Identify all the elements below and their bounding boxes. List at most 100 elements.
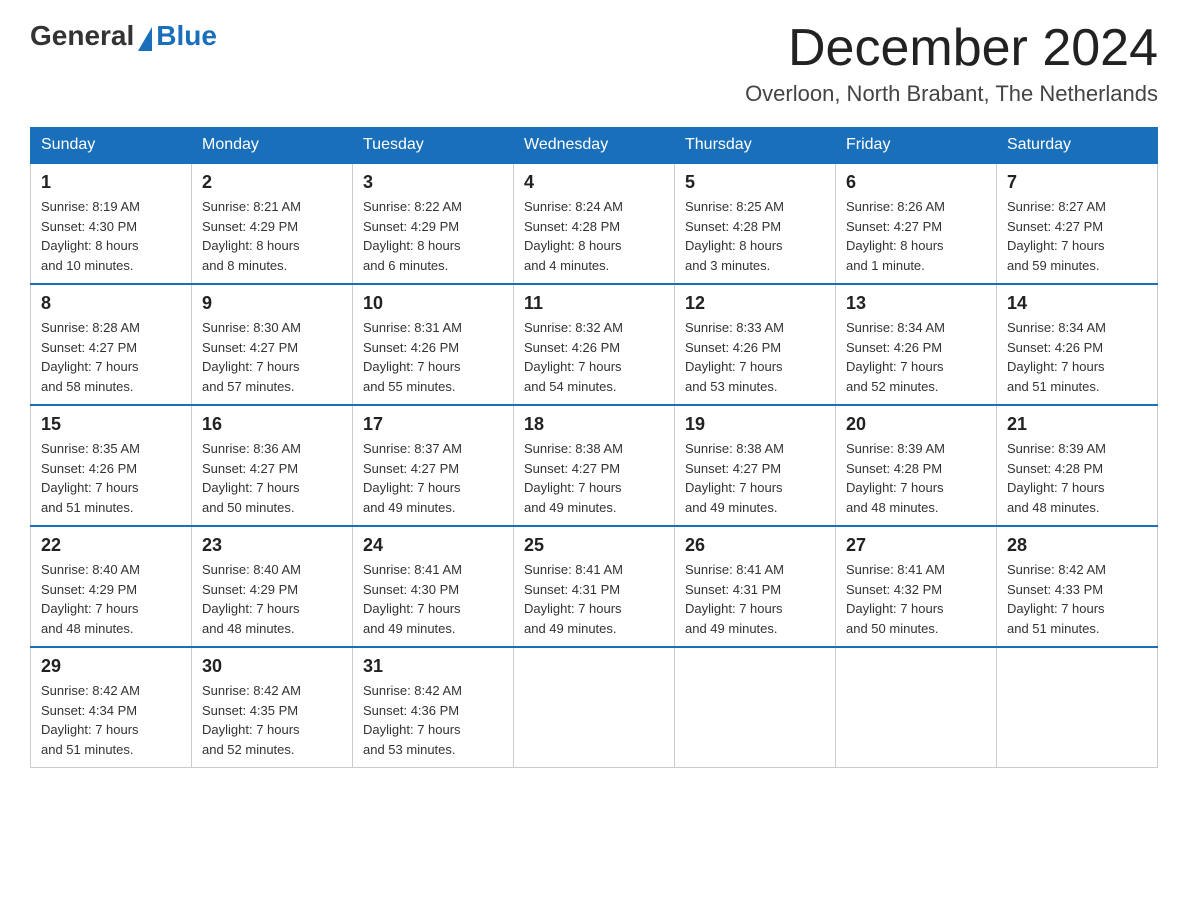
calendar-cell: 27 Sunrise: 8:41 AM Sunset: 4:32 PM Dayli… xyxy=(836,526,997,647)
day-info: Sunrise: 8:37 AM Sunset: 4:27 PM Dayligh… xyxy=(363,439,503,517)
calendar-cell: 17 Sunrise: 8:37 AM Sunset: 4:27 PM Dayli… xyxy=(353,405,514,526)
day-info: Sunrise: 8:22 AM Sunset: 4:29 PM Dayligh… xyxy=(363,197,503,275)
day-number: 15 xyxy=(41,414,181,435)
day-info: Sunrise: 8:41 AM Sunset: 4:31 PM Dayligh… xyxy=(524,560,664,638)
day-number: 3 xyxy=(363,172,503,193)
calendar-week-row: 8Sunrise: 8:28 AM Sunset: 4:27 PM Daylig… xyxy=(31,284,1158,405)
calendar-cell: 14 Sunrise: 8:34 AM Sunset: 4:26 PM Dayli… xyxy=(997,284,1158,405)
title-block: December 2024 Overloon, North Brabant, T… xyxy=(745,20,1158,107)
logo-triangle-icon xyxy=(138,27,152,51)
calendar-cell: 26Sunrise: 8:41 AM Sunset: 4:31 PM Dayli… xyxy=(675,526,836,647)
calendar-cell: 24 Sunrise: 8:41 AM Sunset: 4:30 PM Dayli… xyxy=(353,526,514,647)
day-number: 22 xyxy=(41,535,181,556)
calendar-week-row: 15 Sunrise: 8:35 AM Sunset: 4:26 PM Dayli… xyxy=(31,405,1158,526)
calendar-cell: 31 Sunrise: 8:42 AM Sunset: 4:36 PM Dayli… xyxy=(353,647,514,768)
day-info: Sunrise: 8:38 AM Sunset: 4:27 PM Dayligh… xyxy=(524,439,664,517)
day-number: 30 xyxy=(202,656,342,677)
calendar-cell: 12Sunrise: 8:33 AM Sunset: 4:26 PM Dayli… xyxy=(675,284,836,405)
day-info: Sunrise: 8:27 AM Sunset: 4:27 PM Dayligh… xyxy=(1007,197,1147,275)
day-info: Sunrise: 8:28 AM Sunset: 4:27 PM Dayligh… xyxy=(41,318,181,396)
day-number: 16 xyxy=(202,414,342,435)
day-info: Sunrise: 8:19 AM Sunset: 4:30 PM Dayligh… xyxy=(41,197,181,275)
day-info: Sunrise: 8:26 AM Sunset: 4:27 PM Dayligh… xyxy=(846,197,986,275)
day-info: Sunrise: 8:38 AM Sunset: 4:27 PM Dayligh… xyxy=(685,439,825,517)
day-number: 23 xyxy=(202,535,342,556)
location-subtitle: Overloon, North Brabant, The Netherlands xyxy=(745,81,1158,107)
day-number: 11 xyxy=(524,293,664,314)
day-number: 28 xyxy=(1007,535,1147,556)
day-info: Sunrise: 8:39 AM Sunset: 4:28 PM Dayligh… xyxy=(1007,439,1147,517)
calendar-header-row: SundayMondayTuesdayWednesdayThursdayFrid… xyxy=(31,128,1158,164)
day-number: 27 xyxy=(846,535,986,556)
day-number: 18 xyxy=(524,414,664,435)
header-tuesday: Tuesday xyxy=(353,128,514,164)
calendar-cell: 23 Sunrise: 8:40 AM Sunset: 4:29 PM Dayli… xyxy=(192,526,353,647)
calendar-cell: 11 Sunrise: 8:32 AM Sunset: 4:26 PM Dayli… xyxy=(514,284,675,405)
day-number: 24 xyxy=(363,535,503,556)
calendar-cell: 6 Sunrise: 8:26 AM Sunset: 4:27 PM Daylig… xyxy=(836,163,997,284)
day-number: 10 xyxy=(363,293,503,314)
calendar-cell: 25 Sunrise: 8:41 AM Sunset: 4:31 PM Dayli… xyxy=(514,526,675,647)
calendar-cell: 9Sunrise: 8:30 AM Sunset: 4:27 PM Daylig… xyxy=(192,284,353,405)
day-info: Sunrise: 8:40 AM Sunset: 4:29 PM Dayligh… xyxy=(41,560,181,638)
day-number: 4 xyxy=(524,172,664,193)
header-wednesday: Wednesday xyxy=(514,128,675,164)
logo: General Blue xyxy=(30,20,217,52)
day-info: Sunrise: 8:41 AM Sunset: 4:32 PM Dayligh… xyxy=(846,560,986,638)
calendar-week-row: 29Sunrise: 8:42 AM Sunset: 4:34 PM Dayli… xyxy=(31,647,1158,768)
day-info: Sunrise: 8:34 AM Sunset: 4:26 PM Dayligh… xyxy=(846,318,986,396)
day-info: Sunrise: 8:42 AM Sunset: 4:35 PM Dayligh… xyxy=(202,681,342,759)
day-info: Sunrise: 8:24 AM Sunset: 4:28 PM Dayligh… xyxy=(524,197,664,275)
calendar-cell: 28 Sunrise: 8:42 AM Sunset: 4:33 PM Dayli… xyxy=(997,526,1158,647)
day-number: 31 xyxy=(363,656,503,677)
day-number: 14 xyxy=(1007,293,1147,314)
day-number: 20 xyxy=(846,414,986,435)
calendar-cell xyxy=(514,647,675,768)
calendar-cell: 18 Sunrise: 8:38 AM Sunset: 4:27 PM Dayli… xyxy=(514,405,675,526)
header-saturday: Saturday xyxy=(997,128,1158,164)
day-info: Sunrise: 8:36 AM Sunset: 4:27 PM Dayligh… xyxy=(202,439,342,517)
calendar-cell: 8Sunrise: 8:28 AM Sunset: 4:27 PM Daylig… xyxy=(31,284,192,405)
day-number: 25 xyxy=(524,535,664,556)
calendar-cell: 4 Sunrise: 8:24 AM Sunset: 4:28 PM Daylig… xyxy=(514,163,675,284)
day-info: Sunrise: 8:34 AM Sunset: 4:26 PM Dayligh… xyxy=(1007,318,1147,396)
day-number: 1 xyxy=(41,172,181,193)
day-info: Sunrise: 8:31 AM Sunset: 4:26 PM Dayligh… xyxy=(363,318,503,396)
day-info: Sunrise: 8:41 AM Sunset: 4:30 PM Dayligh… xyxy=(363,560,503,638)
day-number: 6 xyxy=(846,172,986,193)
calendar-cell xyxy=(997,647,1158,768)
logo-blue-text: Blue xyxy=(156,20,217,52)
day-info: Sunrise: 8:21 AM Sunset: 4:29 PM Dayligh… xyxy=(202,197,342,275)
calendar-cell: 22 Sunrise: 8:40 AM Sunset: 4:29 PM Dayli… xyxy=(31,526,192,647)
day-number: 17 xyxy=(363,414,503,435)
header-monday: Monday xyxy=(192,128,353,164)
calendar-cell: 10 Sunrise: 8:31 AM Sunset: 4:26 PM Dayli… xyxy=(353,284,514,405)
header-thursday: Thursday xyxy=(675,128,836,164)
day-number: 21 xyxy=(1007,414,1147,435)
calendar-cell: 5 Sunrise: 8:25 AM Sunset: 4:28 PM Daylig… xyxy=(675,163,836,284)
day-number: 19 xyxy=(685,414,825,435)
day-info: Sunrise: 8:25 AM Sunset: 4:28 PM Dayligh… xyxy=(685,197,825,275)
month-title: December 2024 xyxy=(745,20,1158,77)
day-info: Sunrise: 8:33 AM Sunset: 4:26 PM Dayligh… xyxy=(685,318,825,396)
day-info: Sunrise: 8:35 AM Sunset: 4:26 PM Dayligh… xyxy=(41,439,181,517)
day-info: Sunrise: 8:42 AM Sunset: 4:33 PM Dayligh… xyxy=(1007,560,1147,638)
page-header: General Blue December 2024 Overloon, Nor… xyxy=(30,20,1158,107)
calendar-cell: 13Sunrise: 8:34 AM Sunset: 4:26 PM Dayli… xyxy=(836,284,997,405)
calendar-cell: 30 Sunrise: 8:42 AM Sunset: 4:35 PM Dayli… xyxy=(192,647,353,768)
day-info: Sunrise: 8:40 AM Sunset: 4:29 PM Dayligh… xyxy=(202,560,342,638)
day-info: Sunrise: 8:32 AM Sunset: 4:26 PM Dayligh… xyxy=(524,318,664,396)
calendar-cell: 16 Sunrise: 8:36 AM Sunset: 4:27 PM Dayli… xyxy=(192,405,353,526)
logo-general-text: General xyxy=(30,20,134,52)
day-number: 2 xyxy=(202,172,342,193)
day-number: 5 xyxy=(685,172,825,193)
day-number: 9 xyxy=(202,293,342,314)
calendar-cell xyxy=(836,647,997,768)
calendar-cell: 7 Sunrise: 8:27 AM Sunset: 4:27 PM Daylig… xyxy=(997,163,1158,284)
day-number: 29 xyxy=(41,656,181,677)
header-friday: Friday xyxy=(836,128,997,164)
calendar-cell: 2 Sunrise: 8:21 AM Sunset: 4:29 PM Daylig… xyxy=(192,163,353,284)
calendar-table: SundayMondayTuesdayWednesdayThursdayFrid… xyxy=(30,127,1158,768)
day-number: 7 xyxy=(1007,172,1147,193)
day-info: Sunrise: 8:42 AM Sunset: 4:36 PM Dayligh… xyxy=(363,681,503,759)
